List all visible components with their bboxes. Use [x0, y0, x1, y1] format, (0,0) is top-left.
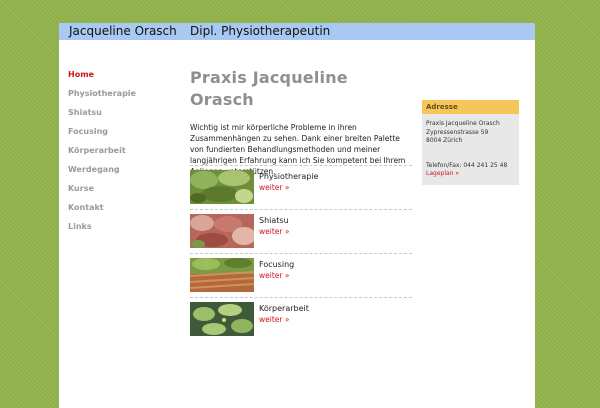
- page-title: Praxis Jacqueline Orasch: [190, 68, 348, 109]
- address-street: Zypressenstrasse 59: [426, 128, 489, 136]
- entry-title: Physiotherapie: [259, 172, 319, 181]
- address-heading: Adresse: [422, 100, 519, 114]
- entry-title: Shiatsu: [259, 216, 289, 225]
- nav-kontakt[interactable]: Kontakt: [68, 202, 178, 221]
- address-phone: Telefon/Fax: 044 241 25 48: [426, 161, 508, 169]
- weiter-link[interactable]: weiter »: [259, 183, 289, 193]
- weiter-link[interactable]: weiter »: [259, 227, 289, 237]
- entry-title: Focusing: [259, 260, 295, 269]
- shiatsu-image[interactable]: [190, 214, 254, 248]
- list-item: Focusing weiter »: [190, 253, 412, 297]
- nav-koerperarbeit[interactable]: Körperarbeit: [68, 145, 178, 164]
- treatment-list: Physiotherapie weiter » Shiatsu weiter »: [190, 165, 412, 341]
- list-item: Physiotherapie weiter »: [190, 165, 412, 209]
- nav-werdegang[interactable]: Werdegang: [68, 164, 178, 183]
- nav-physiotherapie[interactable]: Physiotherapie: [68, 88, 178, 107]
- nav-links[interactable]: Links: [68, 221, 178, 240]
- address-body: Praxis Jacqueline Orasch Zypressenstrass…: [422, 114, 519, 179]
- address-city: 8004 Zürich: [426, 137, 463, 144]
- list-item: Körperarbeit weiter »: [190, 297, 412, 341]
- koerperarbeit-image[interactable]: [190, 302, 254, 336]
- header-bar: Jacqueline Orasch Dipl. Physiotherapeuti…: [59, 23, 535, 40]
- address-name: Praxis Jacqueline Orasch: [426, 120, 500, 127]
- entry-title: Körperarbeit: [259, 304, 309, 313]
- site-title: Dipl. Physiotherapeutin: [190, 24, 331, 38]
- nav-focusing[interactable]: Focusing: [68, 126, 178, 145]
- weiter-link[interactable]: weiter »: [259, 315, 289, 325]
- main-content: Praxis Jacqueline Orasch Wichtig ist mir…: [190, 67, 412, 336]
- physiotherapie-image[interactable]: [190, 170, 254, 204]
- nav-kurse[interactable]: Kurse: [68, 183, 178, 202]
- weiter-link[interactable]: weiter »: [259, 271, 289, 281]
- page-container: Jacqueline Orasch Dipl. Physiotherapeuti…: [59, 23, 535, 408]
- site-name: Jacqueline Orasch: [69, 24, 177, 38]
- sidebar-nav: Home Physiotherapie Shiatsu Focusing Kör…: [68, 69, 178, 240]
- nav-shiatsu[interactable]: Shiatsu: [68, 107, 178, 126]
- address-box: Adresse Praxis Jacqueline Orasch Zypress…: [422, 100, 519, 185]
- map-link[interactable]: Lageplan »: [426, 170, 459, 177]
- list-item: Shiatsu weiter »: [190, 209, 412, 253]
- focusing-image[interactable]: [190, 258, 254, 292]
- nav-home[interactable]: Home: [68, 69, 178, 88]
